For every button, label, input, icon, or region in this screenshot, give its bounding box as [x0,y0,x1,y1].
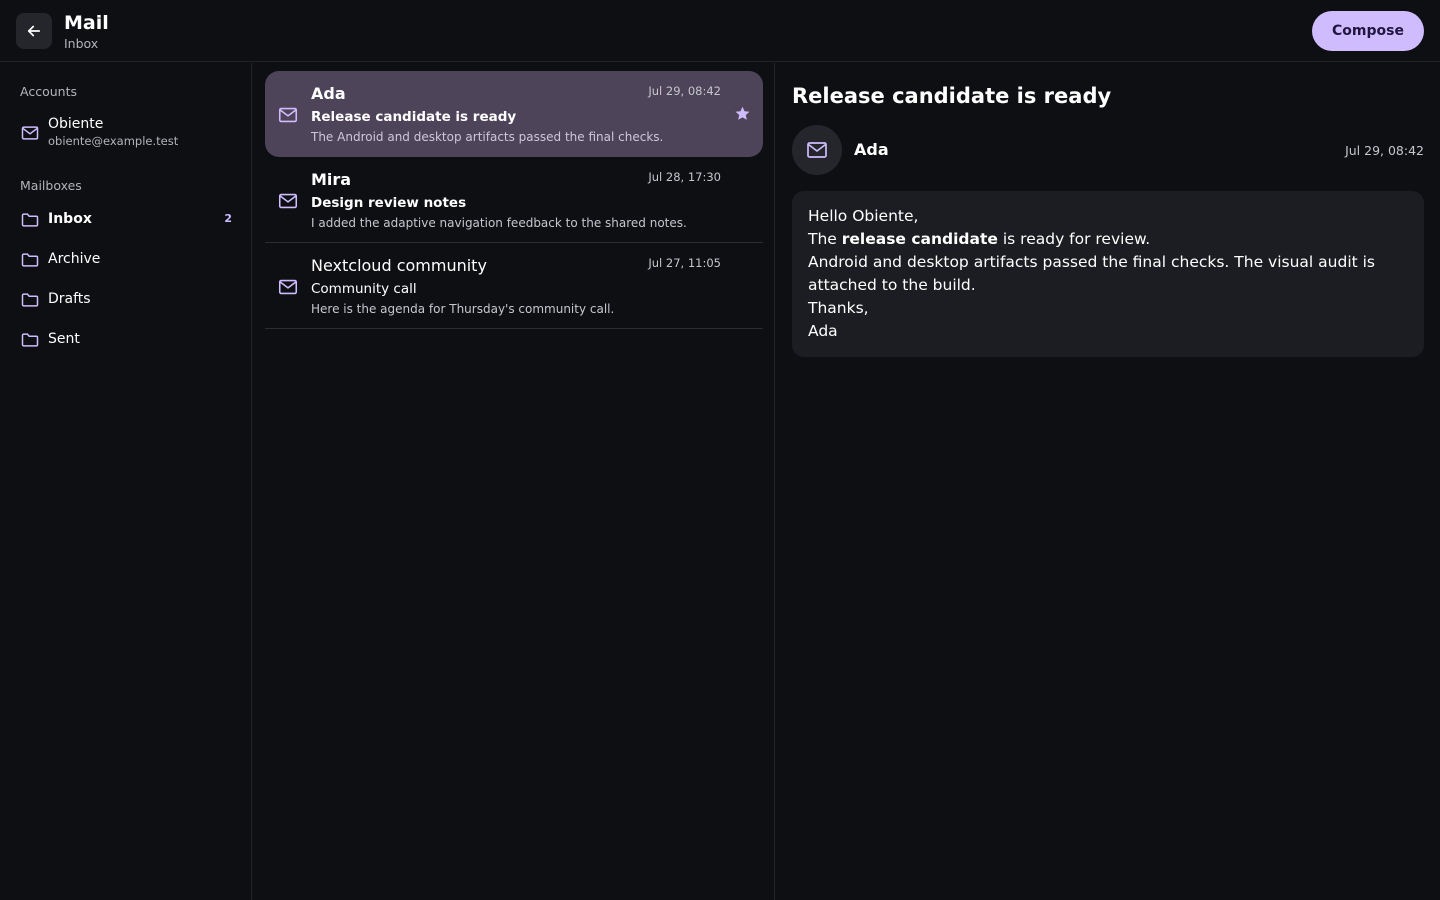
message-preview: The Android and desktop artifacts passed… [311,130,664,144]
body-closing: Thanks, [808,299,869,317]
app-title: Mail [64,12,109,34]
sidebar-item-inbox[interactable]: Inbox 2 [12,201,240,237]
body-bold-text: release candidate [841,230,998,248]
avatar [792,125,842,175]
account-item[interactable]: Obiente obiente@example.test [12,111,240,155]
folder-icon [20,250,40,270]
mailbox-label: Sent [48,331,80,347]
message-item-selected[interactable]: Ada Jul 29, 08:42 Release candidate is r… [265,71,763,157]
mail-icon [20,123,40,143]
top-bar: Mail Inbox Compose [0,0,1440,62]
message-date: Jul 29, 08:42 [648,84,721,98]
mailbox-label: Inbox [48,211,92,227]
message-item[interactable]: Mira Jul 28, 17:30 Design review notes I… [265,157,763,243]
sidebar: Accounts Obiente obiente@example.test Ma… [0,63,252,900]
message-body: Hello Obiente, The release candidate is … [792,191,1424,357]
reader-sender: Ada [854,140,889,159]
mail-icon [277,190,299,212]
reader-date: Jul 29, 08:42 [1345,143,1424,158]
mailboxes-heading: Mailboxes [20,178,82,193]
mail-app: Mail Inbox Compose Accounts Obiente obie… [0,0,1440,900]
message-date: Jul 28, 17:30 [648,170,721,184]
app-subtitle: Inbox [64,36,99,51]
message-subject: Community call [311,281,417,297]
mailbox-label: Drafts [48,291,91,307]
body-signature: Ada [808,322,838,340]
folder-icon [20,290,40,310]
mailbox-label: Archive [48,251,101,267]
star-icon[interactable] [734,105,751,122]
message-subject: Design review notes [311,195,467,211]
mail-icon [277,104,299,126]
message-preview: I added the adaptive navigation feedback… [311,216,687,230]
message-sender: Mira [311,170,352,189]
reading-pane: Release candidate is ready Ada Jul 29, 0… [776,63,1440,900]
back-button[interactable] [16,13,52,49]
message-sender: Ada [311,84,346,103]
unread-count-badge: 2 [224,212,232,225]
account-name: Obiente [48,116,104,132]
body-line: The release candidate is ready for revie… [808,228,1408,251]
compose-button[interactable]: Compose [1312,11,1424,51]
body-greeting: Hello Obiente, [808,207,919,225]
sidebar-item-archive[interactable]: Archive [12,241,240,277]
message-list: Ada Jul 29, 08:42 Release candidate is r… [253,63,775,900]
message-sender: Nextcloud community [311,256,487,275]
message-subject: Release candidate is ready [311,109,517,125]
mail-icon [805,138,829,162]
folder-icon [20,330,40,350]
message-preview: Here is the agenda for Thursday's commun… [311,302,615,316]
message-item[interactable]: Nextcloud community Jul 27, 11:05 Commun… [265,243,763,329]
body-text: is ready for review. [997,230,1151,248]
body-text: The [808,230,842,248]
folder-icon [20,210,40,230]
mail-icon [277,276,299,298]
arrow-left-icon [25,22,43,40]
message-date: Jul 27, 11:05 [648,256,721,270]
sidebar-item-drafts[interactable]: Drafts [12,281,240,317]
accounts-heading: Accounts [20,84,77,99]
account-email: obiente@example.test [48,134,179,148]
sidebar-item-sent[interactable]: Sent [12,321,240,357]
body-paragraph: Android and desktop artifacts passed the… [808,253,1376,294]
reader-subject: Release candidate is ready [792,84,1112,108]
